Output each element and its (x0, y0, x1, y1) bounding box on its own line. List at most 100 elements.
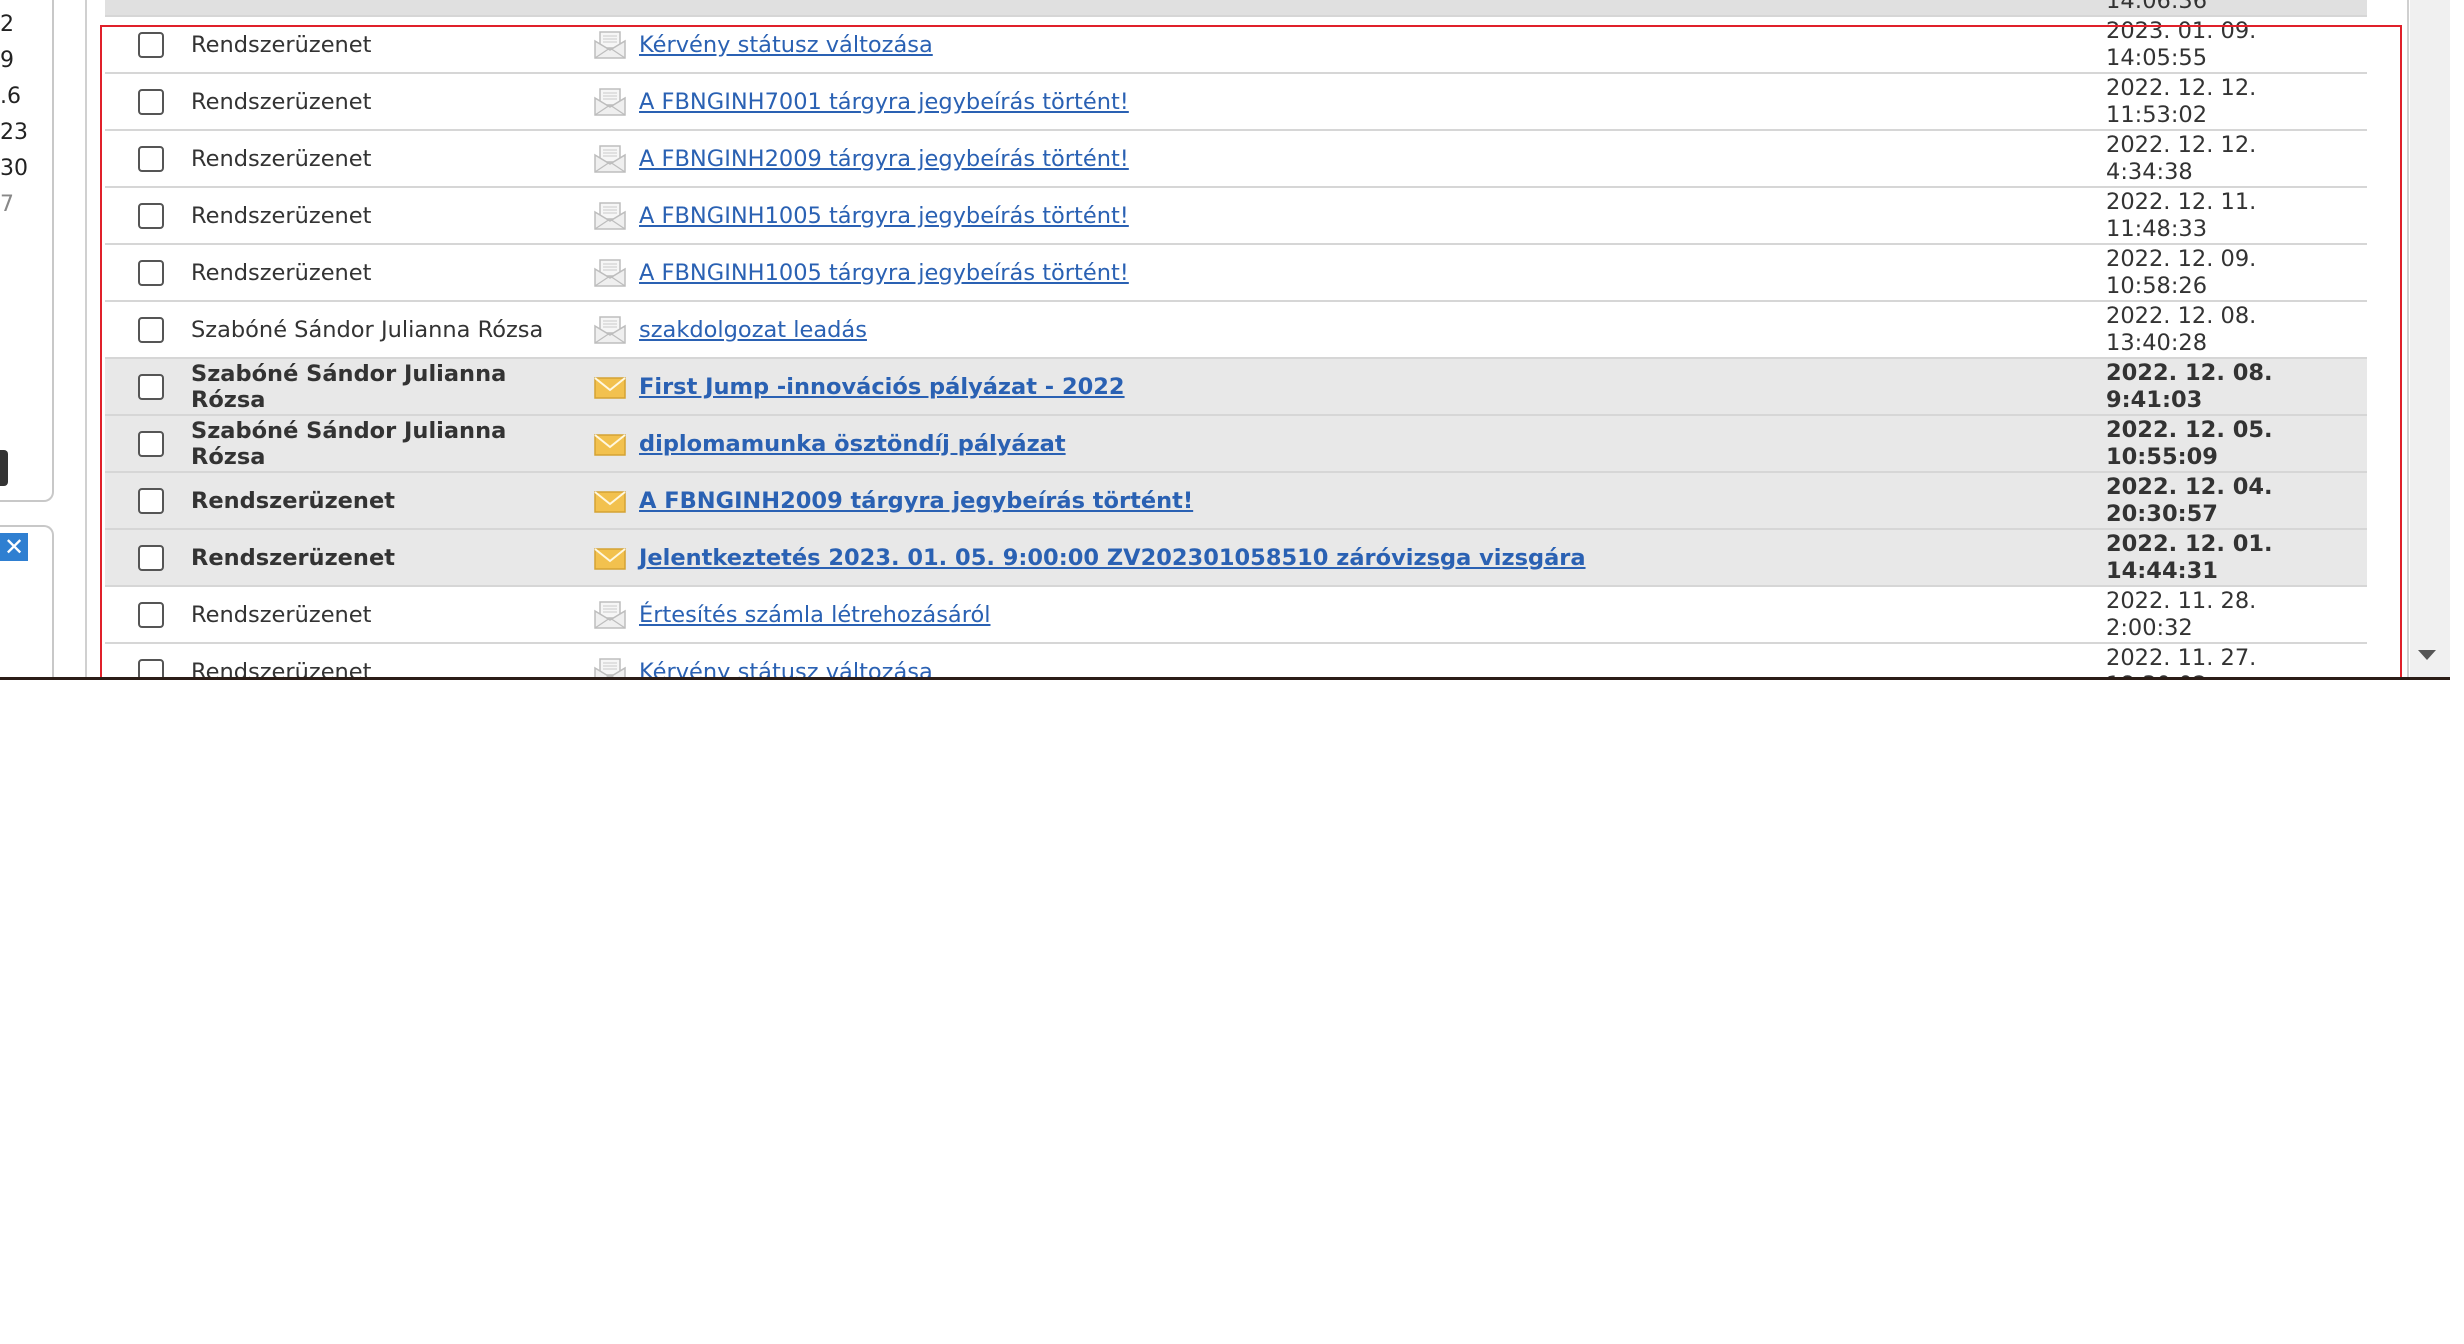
message-table-container: 14:06:36 Rendszerüzenet Kérvény státusz … (105, 0, 2367, 680)
envelope-closed-icon (585, 430, 635, 458)
table-row-2[interactable]: Rendszerüzenet A FBNGINH7001 tárgyra jeg… (105, 72, 2367, 131)
table-row-1[interactable]: Rendszerüzenet Kérvény státusz változása… (105, 15, 2367, 74)
message-date-time: 14:05:55 (2106, 44, 2208, 71)
message-date-day: 2022. 12. 09. (2106, 245, 2257, 272)
table-row-12[interactable]: Rendszerüzenet Kérvény státusz változása… (105, 642, 2367, 680)
message-subject-link[interactable]: A FBNGINH2009 tárgyra jegybeírás történt… (635, 488, 1193, 514)
table-row-3[interactable]: Rendszerüzenet A FBNGINH2009 tárgyra jeg… (105, 129, 2367, 188)
message-sender: Rendszerüzenet (191, 259, 372, 286)
message-date: 2023. 01. 09. 14:05:55 (2102, 18, 2367, 71)
table-row-partial: 14:06:36 (105, 0, 2367, 17)
envelope-closed-icon (585, 487, 635, 515)
message-subject-link[interactable]: First Jump -innovációs pályázat - 2022 (635, 374, 1125, 400)
message-date-time: 20:30:57 (2106, 500, 2218, 527)
message-date-time: 10:55:09 (2106, 443, 2218, 470)
envelope-open-icon (585, 87, 635, 116)
message-subject-link[interactable]: Jelentkeztetés 2023. 01. 05. 9:00:00 ZV2… (635, 545, 1586, 571)
envelope-closed-icon (585, 544, 635, 572)
message-sender: Rendszerüzenet (191, 145, 372, 172)
message-date: 2022. 12. 12. 11:53:02 (2102, 74, 2367, 128)
message-subject-link[interactable]: A FBNGINH1005 tárgyra jegybeírás történt… (635, 260, 1129, 286)
message-sender: Rendszerüzenet (191, 31, 372, 58)
scroll-down-arrow-icon[interactable] (2418, 650, 2436, 660)
message-date-day: 2022. 12. 08. (2106, 359, 2273, 386)
message-date-day: 2022. 11. 27. (2106, 644, 2257, 671)
envelope-open-icon (585, 144, 635, 173)
sidebar-count: 30 (0, 156, 28, 181)
message-date-day: 2022. 12. 05. (2106, 416, 2273, 443)
envelope-closed-icon (585, 373, 635, 401)
message-date-day: 2022. 12. 01. (2106, 530, 2273, 557)
select-checkbox[interactable] (138, 202, 164, 229)
browser-content: 2 9 .6 23 30 7 ✕ 14:06:36 Rendszerüzenet… (0, 0, 2450, 680)
close-x-icon[interactable]: ✕ (0, 533, 28, 561)
message-subject-link[interactable]: A FBNGINH2009 tárgyra jegybeírás történt… (635, 146, 1129, 172)
message-date: 2022. 11. 28. 2:00:32 (2102, 587, 2367, 641)
message-date: 2022. 12. 04. 20:30:57 (2102, 473, 2367, 527)
select-checkbox[interactable] (138, 259, 164, 286)
sidebar-handle[interactable] (0, 450, 8, 486)
message-subject-link[interactable]: Értesítés számla létrehozásáról (635, 602, 991, 628)
message-date-day: 2022. 12. 12. (2106, 74, 2257, 101)
message-subject-link[interactable]: szakdolgozat leadás (635, 317, 867, 343)
message-date-time: 11:53:02 (2106, 101, 2208, 128)
message-date-day: 2022. 12. 11. (2106, 188, 2257, 215)
table-row-9[interactable]: Rendszerüzenet A FBNGINH2009 tárgyra jeg… (105, 471, 2367, 530)
bottom-bar (0, 677, 2450, 680)
message-subject-link[interactable]: diplomamunka ösztöndíj pályázat (635, 431, 1066, 457)
message-subject-link[interactable]: A FBNGINH7001 tárgyra jegybeírás történt… (635, 89, 1129, 115)
message-date-day: 2022. 12. 12. (2106, 131, 2257, 158)
sidebar-count: 2 (0, 12, 14, 37)
message-sender: Rendszerüzenet (191, 487, 395, 514)
message-date: 2022. 12. 08. 13:40:28 (2102, 302, 2367, 356)
table-row-6[interactable]: Szabóné Sándor Julianna Rózsa szakdolgoz… (105, 300, 2367, 359)
sidebar-count: 23 (0, 120, 28, 145)
message-sender: Rendszerüzenet (191, 88, 372, 115)
message-date-day: 2022. 11. 28. (2106, 587, 2257, 614)
screenshot-viewport: 2 9 .6 23 30 7 ✕ 14:06:36 Rendszerüzenet… (0, 0, 2464, 1344)
select-checkbox[interactable] (138, 430, 164, 457)
message-table: 14:06:36 Rendszerüzenet Kérvény státusz … (105, 0, 2367, 680)
message-date-day: 2022. 12. 04. (2106, 473, 2273, 500)
message-sender: Rendszerüzenet (191, 544, 395, 571)
message-subject-link[interactable]: A FBNGINH1005 tárgyra jegybeírás történt… (635, 203, 1129, 229)
message-date: 2022. 12. 09. 10:58:26 (2102, 245, 2367, 299)
select-checkbox[interactable] (138, 31, 164, 58)
message-date: 2022. 12. 12. 4:34:38 (2102, 131, 2367, 185)
message-date-time: 11:48:33 (2106, 215, 2208, 242)
sidebar-count: 7 (0, 192, 14, 217)
message-sender: Rendszerüzenet (191, 601, 372, 628)
sidebar-count: 9 (0, 48, 14, 73)
select-checkbox[interactable] (138, 145, 164, 172)
message-date-time: 9:41:03 (2106, 386, 2203, 413)
table-row-8[interactable]: Szabóné Sándor Julianna Rózsa diplomamun… (105, 414, 2367, 473)
table-row-4[interactable]: Rendszerüzenet A FBNGINH1005 tárgyra jeg… (105, 186, 2367, 245)
message-date-time: 2:00:32 (2106, 614, 2193, 641)
table-row-5[interactable]: Rendszerüzenet A FBNGINH1005 tárgyra jeg… (105, 243, 2367, 302)
table-row-10[interactable]: Rendszerüzenet Jelentkeztetés 2023. 01. … (105, 528, 2367, 587)
message-date-time: 14:44:31 (2106, 557, 2218, 584)
envelope-open-icon (585, 258, 635, 287)
message-date: 2022. 12. 01. 14:44:31 (2102, 530, 2367, 584)
message-date-time: 10:58:26 (2106, 272, 2208, 299)
envelope-open-icon (585, 201, 635, 230)
message-sender: Rendszerüzenet (191, 202, 372, 229)
table-row-7[interactable]: Szabóné Sándor Julianna Rózsa First Jump… (105, 357, 2367, 416)
page-scrollbar[interactable] (2410, 0, 2450, 680)
message-sender: Szabóné Sándor Julianna Rózsa (191, 316, 544, 343)
envelope-open-icon (585, 30, 635, 59)
select-checkbox[interactable] (138, 316, 164, 343)
message-time-partial: 14:06:36 (2106, 0, 2208, 14)
select-checkbox[interactable] (138, 544, 164, 571)
select-checkbox[interactable] (138, 373, 164, 400)
table-row-11[interactable]: Rendszerüzenet Értesítés számla létrehoz… (105, 585, 2367, 644)
message-subject-link[interactable]: Kérvény státusz változása (635, 32, 933, 58)
select-checkbox[interactable] (138, 88, 164, 115)
select-checkbox[interactable] (138, 487, 164, 514)
select-checkbox[interactable] (138, 601, 164, 628)
message-date-day: 2022. 12. 08. (2106, 302, 2257, 329)
message-date-time: 4:34:38 (2106, 158, 2193, 185)
message-date: 2022. 12. 08. 9:41:03 (2102, 359, 2367, 413)
left-sidebar-panel: 2 9 .6 23 30 7 (0, 0, 54, 502)
message-date: 2022. 12. 11. 11:48:33 (2102, 188, 2367, 242)
